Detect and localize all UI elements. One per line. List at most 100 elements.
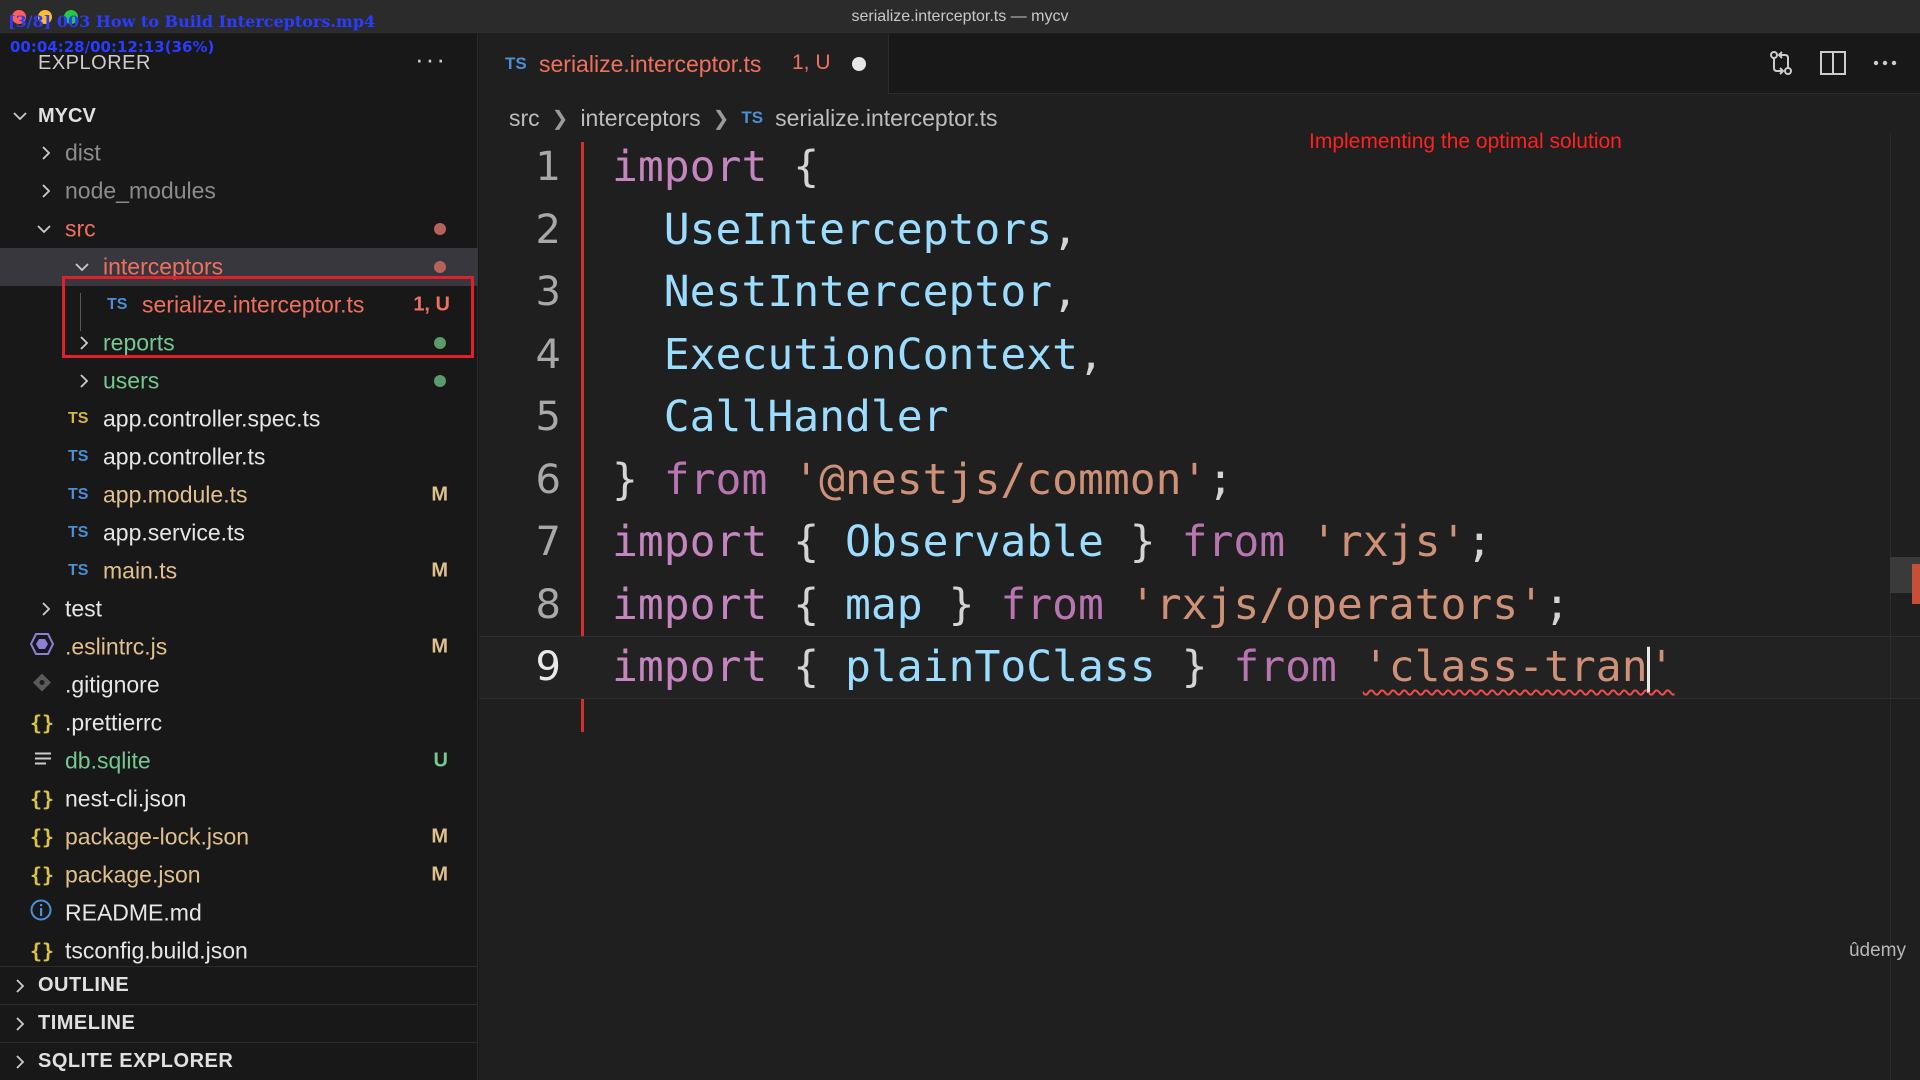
tree-item-label: src [65,215,96,242]
tree-file-package-json[interactable]: {} package.json M [0,856,478,894]
json-braces-icon: {} [30,711,55,735]
tree-item-label: package-lock.json [65,823,250,850]
tree-file-tsconfig-build[interactable]: {} tsconfig.build.json [0,932,478,970]
typescript-file-icon: TS [68,562,89,579]
tree-item-label: package.json [65,861,201,888]
tree-folder-node-modules[interactable]: node_modules [0,172,478,210]
string-token-error: 'class-tran [1362,642,1648,692]
code-line-3[interactable]: 3 NestInterceptor, [479,261,1920,324]
code-line-7[interactable]: 7 import { Observable } from 'rxjs'; [479,511,1920,574]
tree-folder-interceptors[interactable]: interceptors [0,248,478,286]
tree-item-label: dist [65,139,101,166]
keyword-token: from [663,454,768,505]
outline-panel-header[interactable]: OUTLINE [0,966,478,1004]
sqlite-explorer-panel-header[interactable]: SQLITE EXPLORER [0,1042,478,1080]
tree-file-package-lock[interactable]: {} package-lock.json M [0,818,478,856]
tree-folder-users[interactable]: users [0,362,478,400]
breadcrumb-item-interceptors[interactable]: interceptors [580,105,700,132]
code-line-8[interactable]: 8 import { map } from 'rxjs/operators'; [479,574,1920,637]
tree-folder-dist[interactable]: dist [0,134,478,172]
punctuation-token: } [922,579,1001,630]
tree-item-label: .eslintrc.js [65,633,168,660]
identifier-token: ExecutionContext [612,329,1078,380]
tree-file-serialize-interceptor[interactable]: TS serialize.interceptor.ts 1, U [0,286,478,324]
split-editor-icon[interactable] [1818,48,1848,83]
string-token: ' [1648,642,1675,692]
tree-item-label: main.ts [103,557,178,584]
punctuation-token: , [1052,267,1078,318]
tab-serialize-interceptor[interactable]: TS serialize.interceptor.ts 1, U [479,34,889,94]
line-number: 2 [535,206,561,253]
chevron-right-icon [12,1016,28,1032]
string-token: 'rxjs' [1285,517,1467,568]
tree-file-nest-cli[interactable]: {} nest-cli.json [0,780,478,818]
workspace-root-label: MYCV [38,104,96,127]
workspace-root[interactable]: MYCV [0,98,478,134]
git-status-dot [434,223,446,235]
tree-item-label: app.module.ts [103,481,248,508]
punctuation-token: , [1052,204,1078,255]
tree-folder-reports[interactable]: reports [0,324,478,362]
vertical-scrollbar[interactable] [1890,134,1920,1080]
git-status-badge: U [433,749,448,772]
chevron-right-icon [38,145,54,161]
git-status-badge: 1, U [413,293,450,316]
panel-label: TIMELINE [38,1012,136,1034]
more-actions-icon[interactable] [1870,48,1900,83]
identifier-token: Observable [845,517,1104,568]
chevron-right-icon [76,373,92,389]
tree-file-app-controller-spec[interactable]: TS app.controller.spec.ts [0,400,478,438]
breadcrumb-item-file[interactable]: serialize.interceptor.ts [775,105,997,132]
tree-file-prettierrc[interactable]: {} .prettierrc [0,704,478,742]
code-line-4[interactable]: 4 ExecutionContext, [479,324,1920,387]
chevron-down-icon [12,108,28,124]
tree-file-readme[interactable]: README.md [0,894,478,932]
panel-label: SQLITE EXPLORER [38,1050,234,1072]
typescript-file-icon: TS [505,54,527,73]
database-file-icon [34,748,52,775]
chevron-right-icon [38,183,54,199]
eslint-icon [29,633,55,661]
tree-file-app-controller[interactable]: TS app.controller.ts [0,438,478,476]
punctuation-token: { [767,517,846,568]
code-line-9[interactable]: 9 import { plainToClass } from 'class-tr… [479,636,1920,699]
compare-changes-icon[interactable] [1766,48,1796,83]
line-number: 7 [535,519,561,566]
tree-file-app-module[interactable]: TS app.module.ts M [0,476,478,514]
video-time-overlay: 00:04:28/00:12:13(36%) [10,38,215,56]
breadcrumb: src ❯ interceptors ❯ TS serialize.interc… [509,100,998,136]
git-status-badge: M [431,863,448,886]
timeline-panel-header[interactable]: TIMELINE [0,1004,478,1042]
string-token: '@nestjs/common' [767,454,1208,505]
code-line-2[interactable]: 2 UseInterceptors, [479,199,1920,262]
code-line-6[interactable]: 6 } from '@nestjs/common'; [479,449,1920,512]
keyword-token: import [612,579,768,630]
line-number: 5 [535,394,561,441]
explorer-sidebar: EXPLORER ··· MYCV dist node_modules src … [0,34,478,1080]
code-line-1[interactable]: 1 import { [479,136,1920,199]
punctuation-token: } [612,454,664,505]
unsaved-dot-icon[interactable] [852,57,866,71]
punctuation-token: ; [1207,454,1234,505]
typescript-file-icon: TS [68,486,89,503]
identifier-token: UseInterceptors [612,204,1053,255]
tree-item-label: .prettierrc [65,709,163,736]
code-line-5[interactable]: 5 CallHandler [479,386,1920,449]
tree-file-gitignore[interactable]: .gitignore [0,666,478,704]
tree-file-main[interactable]: TS main.ts M [0,552,478,590]
json-braces-icon: {} [30,863,55,887]
typescript-file-icon: TS [741,108,764,127]
tree-file-app-service[interactable]: TS app.service.ts [0,514,478,552]
tree-folder-src[interactable]: src [0,210,478,248]
code-editor[interactable]: 1 import { 2 UseInterceptors, 3 NestInte… [479,136,1920,699]
chevron-right-icon [38,601,54,617]
tree-item-label: .gitignore [65,671,160,698]
typescript-file-icon: TS [68,448,89,465]
tree-file-eslintrc[interactable]: .eslintrc.js M [0,628,478,666]
tree-file-db-sqlite[interactable]: db.sqlite U [0,742,478,780]
breadcrumb-item-src[interactable]: src [509,105,540,132]
tree-folder-test[interactable]: test [0,590,478,628]
explorer-more-button[interactable]: ··· [415,44,447,75]
chevron-right-icon [76,335,92,351]
